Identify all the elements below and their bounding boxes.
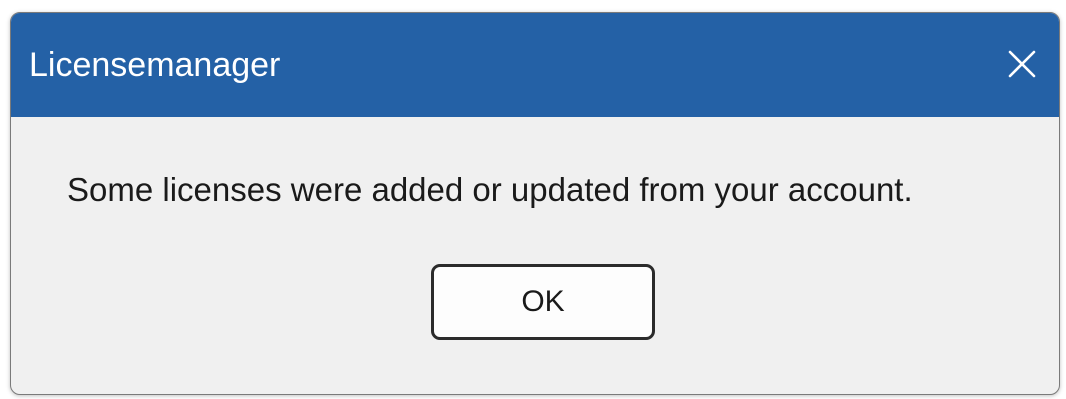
close-icon [1008, 50, 1036, 78]
window-title: Licensemanager [29, 46, 281, 84]
ok-button[interactable]: OK [431, 264, 655, 340]
license-dialog: Licensemanager Some licenses were added … [10, 12, 1060, 395]
close-button[interactable] [985, 31, 1059, 97]
title-bar[interactable]: Licensemanager [11, 13, 1059, 117]
dialog-message: Some licenses were added or updated from… [67, 171, 913, 208]
